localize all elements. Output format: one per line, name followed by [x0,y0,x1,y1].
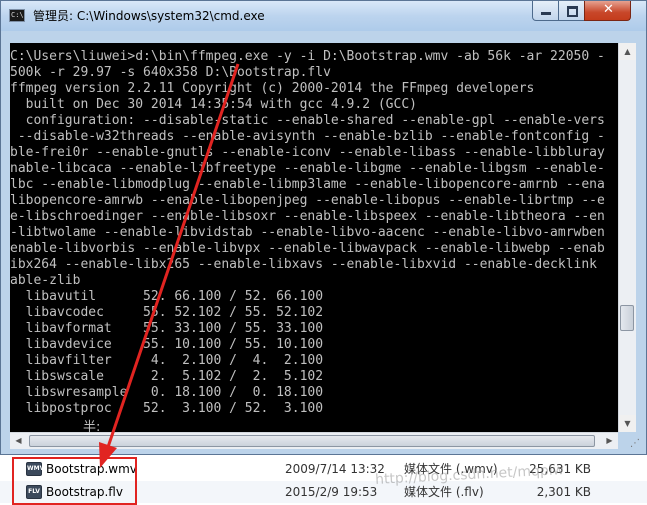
minimize-button[interactable] [532,1,559,21]
maximize-button[interactable] [558,1,585,21]
file-icon-label: WMV [27,465,45,472]
close-button[interactable]: ✕ [584,1,631,21]
resize-grip-icon[interactable]: ⋰ [630,438,640,449]
window-title: 管理员: C:\Windows\system32\cmd.exe [33,9,265,23]
file-list: WMV Bootstrap.wmv 2009/7/14 13:32 媒体文件 (… [0,455,647,505]
file-icon-label: FLV [28,488,40,495]
cmd-app-icon[interactable]: C:\ [9,9,25,22]
console-text: C:\Users\liuwei>d:\bin\ffmpeg.exe -y -i … [10,49,605,416]
scroll-down-icon[interactable]: ▼ [619,415,636,432]
scroll-up-icon[interactable]: ▲ [619,43,636,60]
file-size: 2,301 KB [536,485,591,499]
app-icon-label: C:\ [11,11,24,19]
scroll-right-icon[interactable]: ▶ [601,433,618,449]
file-name: Bootstrap.flv [46,485,123,499]
file-type: 媒体文件 (.wmv) [404,462,498,476]
file-date: 2009/7/14 13:32 [285,462,385,476]
cmd-window: C:\ 管理员: C:\Windows\system32\cmd.exe ✕ C… [0,0,647,455]
horizontal-scroll-thumb[interactable] [29,435,595,447]
scroll-left-icon[interactable]: ◀ [10,433,27,449]
console-output[interactable]: C:\Users\liuwei>d:\bin\ffmpeg.exe -y -i … [10,43,618,432]
close-icon: ✕ [603,2,614,17]
file-size: 25,631 KB [529,462,591,476]
file-type: 媒体文件 (.flv) [404,485,484,499]
title-bar[interactable]: C:\ 管理员: C:\Windows\system32\cmd.exe ✕ [1,1,646,31]
file-date: 2015/2/9 19:53 [285,485,378,499]
file-row[interactable]: FLV Bootstrap.flv 2015/2/9 19:53 媒体文件 (.… [0,481,647,503]
vertical-scroll-thumb[interactable] [620,305,634,331]
vertical-scrollbar[interactable]: ▲ ▼ [618,43,636,432]
wmv-file-icon: WMV [26,462,45,476]
file-row[interactable]: WMV Bootstrap.wmv 2009/7/14 13:32 媒体文件 (… [0,458,647,480]
flv-file-icon: FLV [26,485,42,499]
file-name: Bootstrap.wmv [46,462,137,476]
horizontal-scrollbar[interactable]: ◀ ▶ [10,432,618,449]
